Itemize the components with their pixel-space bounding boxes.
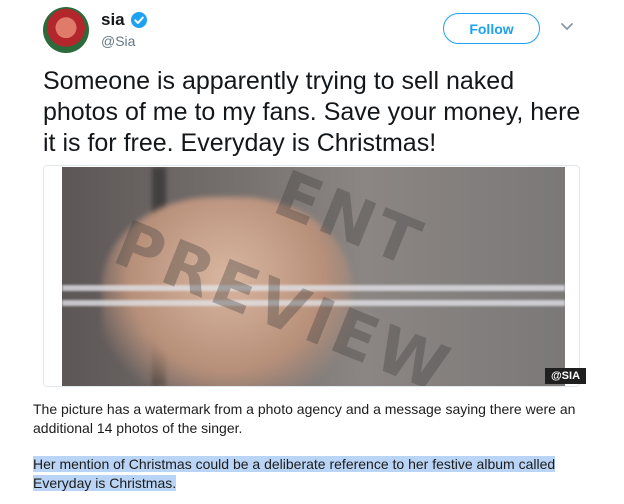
highlighted-text: Her mention of Christmas could be a deli… xyxy=(33,456,556,491)
photo-credit-badge: @SIA xyxy=(545,368,586,384)
follow-button[interactable]: Follow xyxy=(443,13,540,44)
author-handle[interactable]: @Sia xyxy=(101,33,135,49)
article-paragraph: The picture has a watermark from a photo… xyxy=(33,401,576,436)
avatar[interactable] xyxy=(43,7,89,53)
media-photo: PREVIEW ENT xyxy=(62,167,565,386)
article-paragraph-highlighted: Her mention of Christmas could be a deli… xyxy=(33,455,593,493)
tweet-text: Someone is apparently trying to sell nak… xyxy=(43,67,581,157)
author-name[interactable]: sia xyxy=(101,10,125,30)
embedded-tweet: sia @Sia Follow Someone is apparently tr… xyxy=(0,0,624,392)
verified-badge-icon xyxy=(130,12,147,28)
tweet-author-row: sia xyxy=(101,10,147,30)
tweet-media[interactable]: PREVIEW ENT xyxy=(43,165,580,387)
chevron-down-icon[interactable] xyxy=(560,22,574,32)
